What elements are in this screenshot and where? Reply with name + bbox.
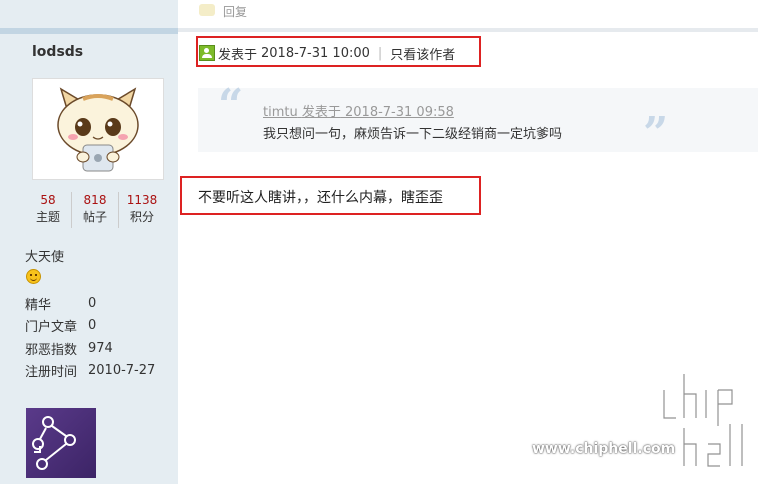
post-message: 不要听这人瞎讲，，还什么内幕，瞎歪歪	[198, 190, 443, 206]
watermark-url: www.chiphell.com	[532, 441, 676, 457]
detail-label: 精华	[25, 297, 52, 313]
quote-author: timtu	[263, 105, 298, 120]
stat-credits[interactable]: 1138 积分	[119, 192, 165, 228]
avatar-cat-image	[57, 87, 139, 172]
username-link[interactable]: lodsds	[32, 44, 83, 60]
chiphell-logo	[658, 370, 750, 470]
network-icon	[32, 416, 76, 470]
quote-posted-prefix: 发表于	[301, 105, 341, 120]
stat-topics[interactable]: 58 主题	[25, 192, 72, 228]
stat-label: 积分	[129, 210, 154, 224]
detail-value: 974	[88, 340, 113, 356]
posted-prefix: 发表于	[218, 48, 258, 63]
stat-label: 主题	[35, 210, 60, 224]
user-details: 精华 0 门户文章 0 邪恶指数 974 注册时间 2010-7-27	[25, 292, 155, 382]
quote-header[interactable]: timtu 发表于 2018-7-31 09:58	[263, 101, 454, 120]
sidebar-divider	[0, 28, 178, 34]
quote-text: 我只想问一句，麻烦告诉一下二级经销商一定坑爹吗	[263, 127, 563, 142]
only-author-link[interactable]: 只看该作者	[390, 44, 455, 63]
smiley-icon	[26, 269, 41, 284]
detail-label: 邪恶指数	[25, 342, 78, 358]
quote-close-icon: ”	[643, 108, 669, 159]
meta-separator: |	[377, 46, 383, 61]
detail-value: 2010-7-27	[88, 363, 156, 379]
stat-value: 818	[83, 193, 107, 207]
detail-row: 注册时间 2010-7-27	[25, 360, 155, 383]
quote-block	[198, 88, 758, 152]
user-stats: 58 主题 818 帖子 1138 积分	[25, 192, 165, 228]
reply-button[interactable]: 回复	[223, 3, 247, 20]
quote-open-icon: “	[218, 80, 244, 131]
stat-value: 58	[40, 193, 56, 207]
detail-value: 0	[88, 318, 97, 334]
stat-value: 1138	[126, 193, 158, 207]
detail-row: 邪恶指数 974	[25, 337, 155, 360]
detail-label: 注册时间	[25, 365, 78, 381]
detail-row: 门户文章 0	[25, 315, 155, 338]
stat-posts[interactable]: 818 帖子	[72, 192, 119, 228]
avatar[interactable]	[32, 78, 164, 180]
medal-badge[interactable]	[26, 408, 96, 478]
detail-value: 0	[88, 295, 97, 311]
detail-row: 精华 0	[25, 292, 155, 315]
post-divider	[178, 28, 758, 32]
quote-posted-time: 2018-7-31 09:58	[345, 105, 454, 120]
post-meta: 发表于 2018-7-31 10:00 | 只看该作者	[218, 44, 455, 63]
detail-label: 门户文章	[25, 320, 78, 336]
stat-label: 帖子	[82, 210, 107, 224]
posted-time: 2018-7-31 10:00	[261, 46, 370, 61]
user-rank[interactable]: 大天使	[25, 246, 64, 265]
online-user-icon	[199, 45, 215, 61]
reply-icon	[199, 4, 215, 16]
